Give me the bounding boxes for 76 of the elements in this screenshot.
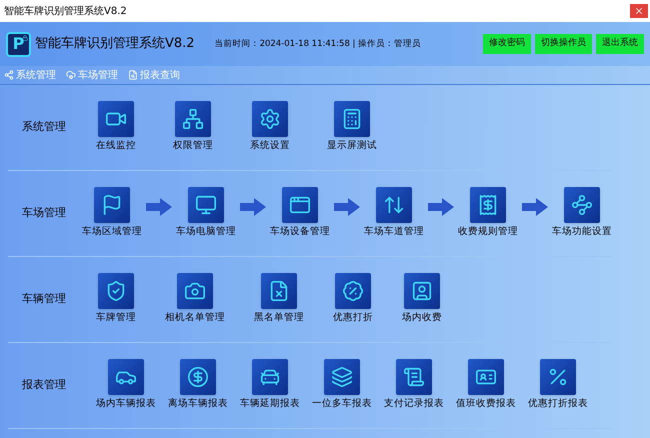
arrow-icon	[522, 198, 548, 216]
module-label: 车场电脑管理	[176, 225, 236, 240]
module-tile[interactable]	[98, 273, 134, 310]
section-title: 车场管理	[21, 205, 67, 222]
money-icon	[187, 366, 209, 388]
module-label: 车牌管理	[96, 311, 136, 326]
module-tile[interactable]	[282, 187, 318, 224]
module-label: 值班收费报表	[456, 397, 516, 412]
hierarchy-icon	[182, 108, 204, 130]
flag-icon	[101, 194, 123, 216]
module-tile[interactable]	[404, 273, 440, 310]
module-tile[interactable]	[188, 187, 224, 224]
module-tile[interactable]	[334, 101, 370, 138]
module-label: 优惠打折	[333, 311, 373, 326]
module-label: 支付记录报表	[384, 397, 444, 412]
module-label: 相机名单管理	[165, 311, 225, 326]
shield-check-icon	[105, 280, 127, 302]
receipt-icon	[477, 194, 499, 216]
module-tile[interactable]	[468, 359, 504, 396]
module-tile[interactable]	[175, 101, 211, 138]
module-tile[interactable]	[376, 187, 412, 224]
module-tile[interactable]	[540, 359, 576, 396]
header-button[interactable]: 切换操作员	[535, 34, 592, 54]
module-tile[interactable]	[470, 187, 506, 224]
module-label: 收费规则管理	[458, 225, 518, 240]
person-icon	[411, 280, 433, 302]
logo-icon: P	[6, 32, 31, 56]
share-icon	[4, 70, 14, 80]
module-label: 优惠打折报表	[528, 397, 588, 412]
document-icon	[403, 366, 425, 388]
cloud-icon	[66, 70, 76, 80]
module-label: 黑名单管理	[254, 311, 304, 326]
arrow-icon	[334, 198, 360, 216]
report-icon	[128, 70, 138, 80]
header-button[interactable]: 退出系统	[596, 34, 644, 54]
section-title: 车辆管理	[21, 291, 67, 308]
module-label: 权限管理	[173, 139, 213, 154]
arrow-icon	[428, 198, 454, 216]
header-button[interactable]: 修改密码	[483, 34, 531, 54]
module-tile[interactable]	[324, 359, 360, 396]
module-label: 车场功能设置	[552, 225, 612, 240]
module-tile[interactable]	[564, 187, 600, 224]
arrow-icon	[146, 198, 172, 216]
module-tile[interactable]	[98, 101, 134, 138]
app-name: 智能车牌识别管理系统V8.2	[35, 35, 195, 54]
module-tile[interactable]	[396, 359, 432, 396]
module-tile[interactable]	[335, 273, 371, 310]
status-text: 当前时间：2024-01-18 11:41:58 | 操作员：管理员	[214, 38, 422, 50]
monitor-icon	[195, 194, 217, 216]
module-label: 车场区域管理	[82, 225, 142, 240]
arrow-icon	[240, 198, 266, 216]
module-label: 车场设备管理	[270, 225, 330, 240]
settings-icon	[259, 108, 281, 130]
module-label: 离场车辆报表	[168, 397, 228, 412]
percent-badge-icon	[342, 280, 364, 302]
module-tile[interactable]	[252, 101, 288, 138]
window-title: 智能车牌识别管理系统V8.2	[4, 4, 127, 18]
module-label: 场内收费	[402, 311, 442, 326]
module-tile[interactable]	[252, 359, 288, 396]
module-tile[interactable]	[177, 273, 213, 310]
module-label: 场内车辆报表	[96, 397, 156, 412]
module-tile[interactable]	[261, 273, 297, 310]
module-label: 一位多车报表	[312, 397, 372, 412]
module-label: 车辆延期报表	[240, 397, 300, 412]
module-tile[interactable]	[180, 359, 216, 396]
module-label: 系统设置	[250, 139, 290, 154]
module-tile[interactable]	[94, 187, 130, 224]
section-title: 报表管理	[21, 377, 67, 394]
module-label: 车场车道管理	[364, 225, 424, 240]
section-title: 系统管理	[21, 119, 67, 136]
module-tile[interactable]	[108, 359, 144, 396]
close-icon	[634, 6, 644, 16]
blocked-document-icon	[268, 280, 290, 302]
module-label: 在线监控	[96, 139, 136, 154]
lock-icon	[22, 34, 28, 40]
module-label: 显示屏测试	[327, 139, 377, 154]
